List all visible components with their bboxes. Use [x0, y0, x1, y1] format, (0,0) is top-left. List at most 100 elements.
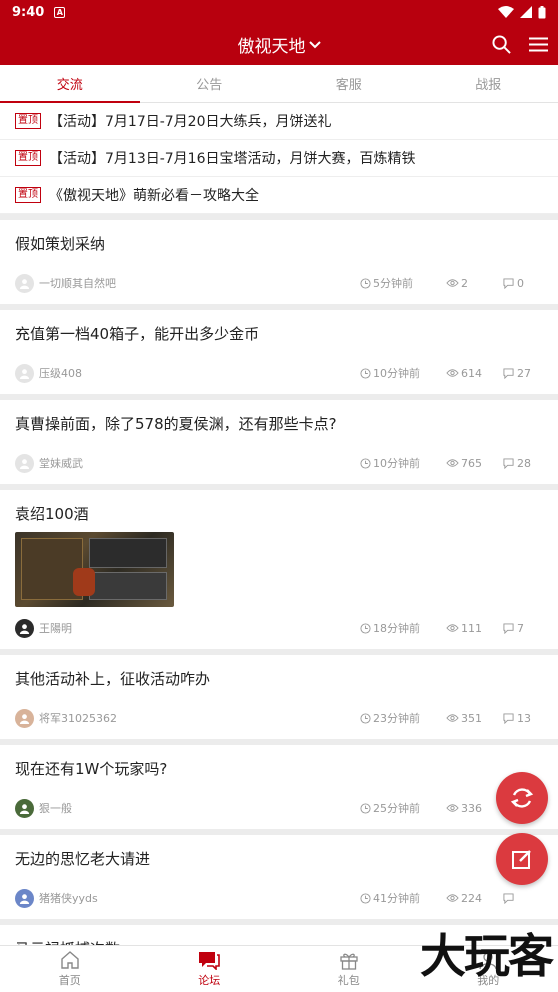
avatar[interactable] — [15, 273, 34, 293]
post-meta: 一切顺其自然吧 5分钟前 2 0 — [15, 262, 543, 304]
time-text: 10分钟前 — [373, 367, 420, 380]
status-time: 9:40 — [12, 4, 45, 20]
category-tabs: 交流 公告 客服 战报 — [0, 65, 558, 103]
search-icon[interactable] — [492, 35, 511, 54]
post-time: 25分钟前 — [360, 800, 446, 816]
post-card[interactable]: 其他活动补上，征收活动咋办 将军31025362 23分钟前 351 13 — [0, 655, 558, 739]
comment-icon — [503, 457, 514, 469]
app-title: 傲视天地 — [237, 37, 306, 57]
pinned-item[interactable]: 置顶 【活动】7月13日-7月16日宝塔活动，月饼大赛，百炼精铁 — [0, 140, 558, 177]
eye-icon — [446, 369, 459, 377]
pinned-item[interactable]: 置顶 《傲视天地》萌新必看－攻略大全 — [0, 177, 558, 214]
author-name[interactable]: 王陽明 — [39, 620, 360, 636]
post-meta: 将军31025362 23分钟前 351 13 — [15, 697, 543, 739]
comment-icon — [503, 367, 514, 379]
comments-text: 7 — [517, 621, 524, 635]
nav-label: 礼包 — [337, 974, 360, 987]
views-text: 336 — [461, 801, 482, 815]
post-time: 10分钟前 — [360, 455, 446, 471]
post-title: 无边的思忆老大请进 — [15, 850, 151, 868]
view-count: 2 — [446, 277, 503, 290]
eye-icon — [446, 804, 459, 812]
avatar[interactable] — [15, 888, 34, 908]
tab-customer-service[interactable]: 客服 — [279, 65, 419, 102]
comment-count: 28 — [503, 457, 543, 470]
comment-icon — [503, 712, 514, 724]
post-title: 充值第一档40箱子，能开出多少金币 — [15, 325, 260, 343]
post-card[interactable]: 假如策划采纳一切顺其自然吧 5分钟前 2 0 — [0, 220, 558, 304]
tab-battle-report[interactable]: 战报 — [419, 65, 558, 102]
views-text: 2 — [461, 276, 468, 290]
edit-icon — [512, 850, 531, 869]
author-name[interactable]: 狠一般 — [39, 800, 360, 816]
view-count: 111 — [446, 622, 503, 635]
post-thumbnail[interactable] — [15, 532, 174, 607]
post-card[interactable]: 现在还有1W个玩家吗? 狠一般 25分钟前 336 — [0, 745, 558, 829]
chevron-down-icon — [308, 40, 321, 48]
battery-icon — [538, 5, 546, 18]
eye-icon — [446, 279, 459, 287]
post-title: 真曹操前面，除了578的夏侯渊，还有那些卡点? — [15, 415, 337, 433]
post-title: 假如策划采纳 — [15, 235, 106, 253]
nav-gift[interactable]: 礼包 — [279, 946, 419, 992]
post-time: 5分钟前 — [360, 275, 446, 291]
user-avatar-icon — [19, 803, 30, 814]
avatar[interactable] — [15, 453, 34, 473]
post-meta: 王陽明 18分钟前 111 7 — [15, 607, 543, 649]
clock-icon — [360, 712, 371, 724]
pinned-list: 置顶 【活动】7月17日-7月20日大练兵，月饼送礼 置顶 【活动】7月13日-… — [0, 103, 558, 214]
pinned-item[interactable]: 置顶 【活动】7月17日-7月20日大练兵，月饼送礼 — [0, 103, 558, 140]
clock-icon — [360, 277, 371, 289]
author-name[interactable]: 将军31025362 — [39, 710, 360, 726]
signal-icon — [520, 6, 532, 18]
pinned-badge: 置顶 — [15, 113, 41, 129]
post-title: 袁绍100酒 — [15, 505, 89, 523]
author-name[interactable]: 猪猪侠yyds — [39, 890, 360, 906]
post-time: 41分钟前 — [360, 890, 446, 906]
author-name[interactable]: 堂妹威武 — [39, 455, 360, 471]
home-icon — [61, 951, 79, 969]
nav-forum[interactable]: 论坛 — [140, 946, 280, 992]
post-meta: 堂妹威武 10分钟前 765 28 — [15, 442, 543, 484]
notification-icon: A — [54, 6, 66, 18]
clock-icon — [360, 622, 371, 634]
avatar[interactable] — [15, 708, 34, 728]
time-text: 25分钟前 — [373, 802, 420, 815]
clock-icon — [360, 367, 371, 379]
author-name[interactable]: 一切顺其自然吧 — [39, 275, 360, 291]
comment-count: 0 — [503, 277, 543, 290]
pinned-badge: 置顶 — [15, 150, 41, 166]
nav-home[interactable]: 首页 — [0, 946, 140, 992]
tab-announcement[interactable]: 公告 — [140, 65, 280, 102]
new-post-button[interactable] — [496, 833, 548, 885]
avatar[interactable] — [15, 618, 34, 638]
post-card[interactable]: 无边的思忆老大请进猪猪侠yyds 41分钟前 224 — [0, 835, 558, 919]
time-text: 5分钟前 — [373, 277, 413, 290]
avatar[interactable] — [15, 363, 34, 383]
eye-icon — [446, 459, 459, 467]
author-name[interactable]: 压级408 — [39, 365, 360, 381]
forum-selector[interactable]: 傲视天地 — [238, 32, 321, 57]
menu-icon[interactable] — [529, 37, 548, 52]
refresh-button[interactable] — [496, 772, 548, 824]
chat-icon — [199, 952, 221, 970]
view-count: 336 — [446, 802, 503, 815]
post-meta: 猪猪侠yyds 41分钟前 224 — [15, 877, 543, 919]
watermark-logo: 大玩客 — [420, 929, 554, 983]
user-avatar-icon — [19, 278, 30, 289]
views-text: 224 — [461, 891, 482, 905]
views-text: 765 — [461, 456, 482, 470]
app-bar: 傲视天地 — [0, 24, 558, 65]
wifi-icon — [498, 6, 514, 18]
pinned-title: 【活动】7月17日-7月20日大练兵，月饼送礼 — [49, 114, 332, 130]
user-avatar-icon — [19, 458, 30, 469]
time-text: 18分钟前 — [373, 622, 420, 635]
tab-discussion[interactable]: 交流 — [0, 65, 140, 103]
post-card[interactable]: 袁绍100酒王陽明 18分钟前 111 7 — [0, 490, 558, 649]
avatar[interactable] — [15, 798, 34, 818]
eye-icon — [446, 894, 459, 902]
post-card[interactable]: 充值第一档40箱子，能开出多少金币 压级408 10分钟前 614 27 — [0, 310, 558, 394]
comment-icon — [503, 622, 514, 634]
pinned-badge: 置顶 — [15, 187, 41, 203]
post-card[interactable]: 真曹操前面，除了578的夏侯渊，还有那些卡点? 堂妹威武 10分钟前 765 28 — [0, 400, 558, 484]
